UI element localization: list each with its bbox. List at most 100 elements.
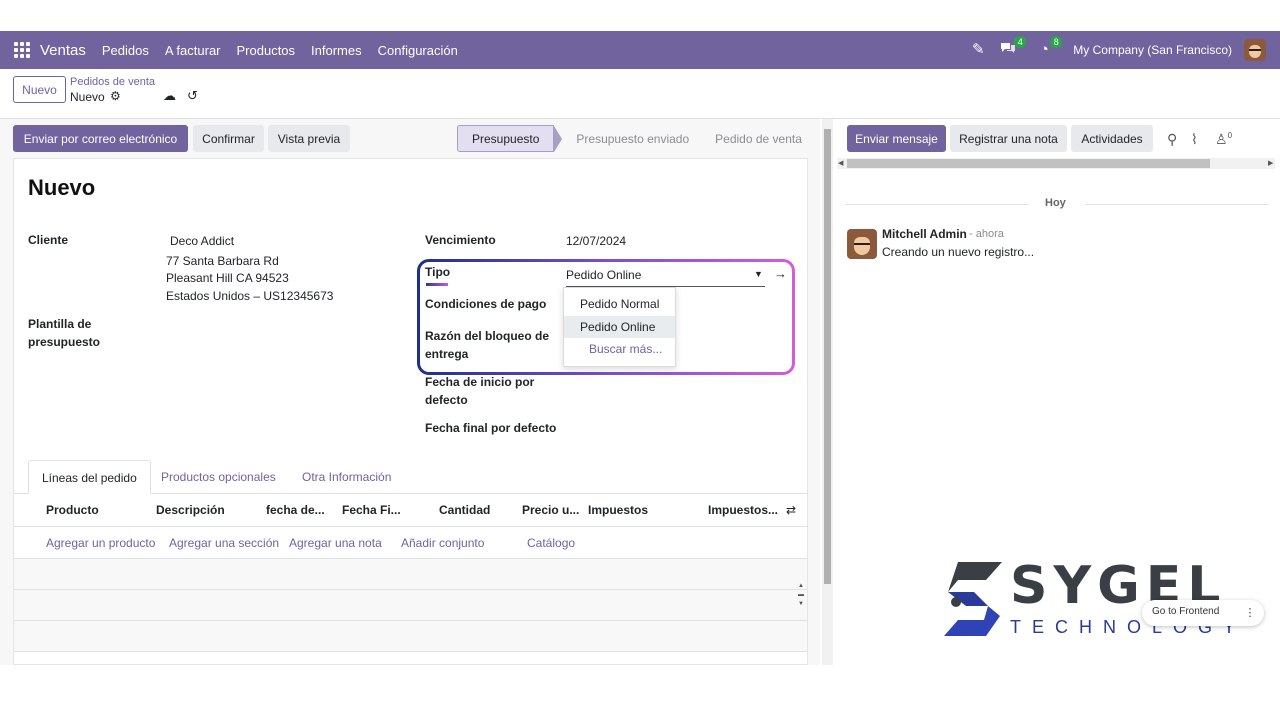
- separator-line: [845, 204, 1028, 205]
- sygel-logo-icon: [944, 562, 1004, 636]
- col-producto[interactable]: Producto: [46, 494, 99, 527]
- tipo-select[interactable]: Pedido Online: [566, 267, 765, 287]
- col-cantidad[interactable]: Cantidad: [439, 494, 490, 527]
- stage-pedido-de-venta[interactable]: Pedido de venta: [703, 125, 816, 152]
- send-email-button[interactable]: Enviar por correo electrónico: [13, 125, 188, 152]
- tab-productos-opcionales[interactable]: Productos opcionales: [161, 460, 276, 494]
- plantilla-label-line2: presupuesto: [28, 335, 101, 349]
- col-fecha-de[interactable]: fecha de...: [266, 494, 325, 527]
- catalog-link[interactable]: Catálogo: [527, 527, 575, 559]
- table-row: [14, 621, 807, 652]
- message-author[interactable]: Mitchell Admin: [882, 227, 967, 241]
- logo-svg: [944, 562, 1002, 636]
- edit-note-icon[interactable]: ✎: [969, 41, 987, 59]
- col-descripcion[interactable]: Descripción: [156, 494, 225, 527]
- activities-badge: 8: [1050, 36, 1063, 48]
- menu-pedidos[interactable]: Pedidos: [102, 43, 149, 58]
- cliente-name[interactable]: Deco Addict: [170, 233, 234, 250]
- activities-button[interactable]: Actividades: [1071, 125, 1153, 152]
- company-switcher[interactable]: My Company (San Francisco): [1073, 43, 1232, 57]
- fecha-final-label: Fecha final por defecto: [425, 421, 557, 435]
- top-navbar: Ventas Pedidos A facturar Productos Info…: [0, 31, 1280, 69]
- cliente-address-line3: Estados Unidos – US12345673: [166, 289, 334, 303]
- separator-line: [1085, 204, 1268, 205]
- fecha-inicio-label-line1: Fecha de inicio por: [425, 375, 535, 389]
- col-fecha-fi[interactable]: Fecha Fi...: [342, 494, 401, 527]
- app-name[interactable]: Ventas: [40, 42, 86, 59]
- stage-separator: [554, 126, 563, 152]
- menu-productos[interactable]: Productos: [237, 43, 296, 58]
- message-author-avatar[interactable]: [847, 229, 877, 259]
- fecha-inicio-label-line2: defecto: [425, 393, 468, 407]
- search-icon[interactable]: ⚲: [1167, 131, 1177, 148]
- activity-clock-icon[interactable]: ◔ 8: [1035, 36, 1063, 59]
- order-lines-header: Producto Descripción fecha de... Fecha F…: [14, 494, 807, 527]
- scroll-right-icon[interactable]: ▶: [1268, 158, 1273, 169]
- cloud-save-icon[interactable]: ☁: [163, 88, 176, 104]
- navbar-systray: ✎ 4 ◔ 8 My Company (San Francisco): [969, 31, 1266, 69]
- add-product-link[interactable]: Agregar un producto: [46, 527, 155, 559]
- col-impuestos[interactable]: Impuestos: [588, 494, 648, 527]
- add-note-link[interactable]: Agregar una nota: [289, 527, 382, 559]
- user-avatar[interactable]: [1244, 39, 1266, 61]
- chat-bubbles-icon[interactable]: 4: [999, 36, 1027, 59]
- menu-informes[interactable]: Informes: [311, 43, 362, 58]
- record-title: Nuevo: [28, 175, 96, 200]
- discard-undo-icon[interactable]: ↺: [187, 88, 198, 104]
- messages-badge: 4: [1014, 36, 1027, 48]
- new-button[interactable]: Nuevo: [13, 76, 66, 103]
- followers-count: 0: [1227, 131, 1233, 140]
- plantilla-label-line1: Plantilla de: [28, 317, 92, 331]
- chevron-down-icon[interactable]: ▼: [754, 269, 763, 279]
- tabs-scroll-arrows[interactable]: ▲ ▬ ▼: [796, 582, 806, 610]
- breadcrumb-current-record: Nuevo: [70, 90, 105, 104]
- tab-lineas-pedido[interactable]: Líneas del pedido: [28, 460, 151, 494]
- scroll-left-icon[interactable]: ◀: [838, 158, 843, 169]
- message-body: Creando un nuevo registro...: [882, 245, 1035, 259]
- add-kit-link[interactable]: Añadir conjunto: [401, 527, 484, 559]
- go-to-frontend-label[interactable]: Go to Frontend: [1152, 606, 1219, 617]
- tipo-label-underline: [426, 283, 448, 286]
- col-impuestos-2[interactable]: Impuestos...: [708, 494, 778, 527]
- preview-button[interactable]: Vista previa: [268, 125, 350, 152]
- more-options-icon[interactable]: ⋮: [1243, 606, 1257, 620]
- chatter-hscrollbar[interactable]: ◀ ▶: [837, 158, 1275, 169]
- menu-a-facturar[interactable]: A facturar: [165, 43, 221, 58]
- razon-bloqueo-label-line1: Razón del bloqueo de: [425, 329, 550, 343]
- stage-presupuesto[interactable]: Presupuesto: [457, 125, 555, 152]
- breadcrumb-sales-orders[interactable]: Pedidos de venta: [70, 76, 155, 88]
- chatter-hscroll-thumb[interactable]: [847, 159, 1210, 168]
- table-row: [14, 559, 807, 590]
- paperclip-icon[interactable]: ⌇: [1191, 131, 1198, 148]
- cliente-address-line2: Pleasant Hill CA 94523: [166, 271, 289, 285]
- form-scrollbar[interactable]: [822, 119, 833, 665]
- order-lines-actions: Agregar un producto Agregar una sección …: [14, 527, 807, 559]
- condiciones-pago-label: Condiciones de pago: [425, 297, 547, 311]
- date-label: Hoy: [1045, 197, 1066, 209]
- table-row: [14, 590, 807, 621]
- apps-menu-icon[interactable]: [14, 42, 30, 58]
- notebook-tabs: Líneas del pedido Productos opcionales O…: [14, 460, 807, 494]
- form-sheet: Nuevo Cliente Deco Addict 77 Santa Barba…: [13, 158, 808, 665]
- gear-icon[interactable]: ⚙: [110, 89, 121, 103]
- message-time: - ahora: [969, 228, 1004, 240]
- status-bar: Presupuesto Presupuesto enviado Pedido d…: [457, 125, 816, 152]
- tab-otra-informacion[interactable]: Otra Información: [302, 460, 391, 494]
- menu-configuracion[interactable]: Configuración: [378, 43, 458, 58]
- form-scrollbar-thumb[interactable]: [824, 129, 831, 584]
- followers-icon[interactable]: ♙0: [1215, 131, 1232, 148]
- col-precio-unitario[interactable]: Precio u...: [522, 494, 579, 527]
- log-note-button[interactable]: Registrar una nota: [950, 125, 1067, 152]
- send-message-button[interactable]: Enviar mensaje: [847, 125, 946, 152]
- stage-presupuesto-enviado[interactable]: Presupuesto enviado: [562, 125, 703, 152]
- add-section-link[interactable]: Agregar una sección: [169, 527, 279, 559]
- go-to-frontend-pill[interactable]: Go to Frontend ⋮: [1142, 600, 1264, 626]
- vencimiento-value[interactable]: 12/07/2024: [566, 233, 626, 250]
- dropdown-option-pedido-normal[interactable]: Pedido Normal: [564, 293, 675, 315]
- cliente-address-line1: 77 Santa Barbara Rd: [166, 254, 279, 268]
- arrow-right-icon[interactable]: →: [774, 266, 787, 281]
- column-settings-icon[interactable]: ⇄: [786, 494, 796, 527]
- dropdown-option-pedido-online[interactable]: Pedido Online: [564, 316, 675, 338]
- dropdown-search-more[interactable]: Buscar más...: [564, 338, 675, 360]
- confirm-button[interactable]: Confirmar: [193, 125, 264, 152]
